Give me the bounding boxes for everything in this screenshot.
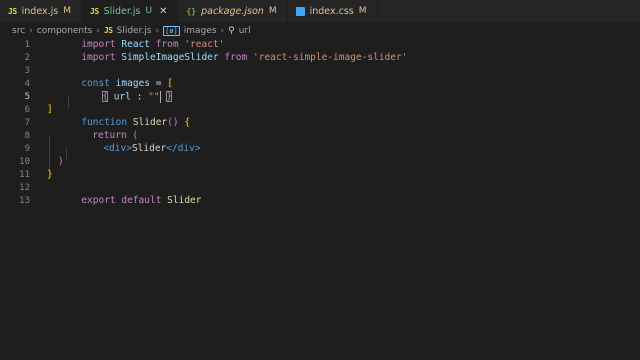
property-key: url <box>113 91 131 102</box>
tab-label: Slider.js <box>103 5 141 17</box>
identifier: Slider <box>167 195 202 206</box>
tab-bar: JS index.js M JS Slider.js U ✕ {} packag… <box>0 0 640 22</box>
breadcrumb-url[interactable]: url <box>239 26 251 36</box>
line-number: 7 <box>24 117 30 128</box>
tab-label: package.json <box>201 5 264 17</box>
line-number: 1 <box>24 39 30 50</box>
code-line-current: 5 { url : "" } <box>0 90 640 103</box>
text-cursor <box>159 90 161 103</box>
line-number: 11 <box>19 169 30 180</box>
tab-slider-js[interactable]: JS Slider.js U ✕ <box>82 0 179 22</box>
tab-label: index.js <box>21 5 59 17</box>
breadcrumb-src[interactable]: src <box>12 26 25 36</box>
close-icon[interactable]: ✕ <box>159 6 167 17</box>
line-number: 6 <box>24 104 30 115</box>
code-line: 11 } <box>0 168 640 181</box>
code-line: 2 import SimpleImageSlider from 'react-s… <box>0 51 640 64</box>
line-number: 9 <box>24 143 30 154</box>
parens: () <box>167 117 179 128</box>
json-icon: {} <box>186 6 197 16</box>
colon: : <box>136 91 143 102</box>
line-number: 8 <box>24 130 30 141</box>
bracket: } <box>166 91 173 102</box>
chevron-right-icon: › <box>29 25 33 36</box>
string-literal: "" <box>148 91 160 102</box>
line-number: 5 <box>24 91 30 102</box>
jsx-open-tag: <div> <box>103 143 132 154</box>
bracket: } <box>47 169 53 180</box>
line-number: 10 <box>19 156 30 167</box>
css-icon <box>295 6 305 16</box>
bracket: ) <box>58 156 64 167</box>
jsx-text: Slider <box>131 143 167 154</box>
tab-index-js[interactable]: JS index.js M <box>0 0 83 22</box>
bracket: { <box>184 117 191 128</box>
code-line: 10 ) <box>0 155 640 168</box>
line-number: 4 <box>24 78 30 89</box>
line-number: 12 <box>19 182 30 193</box>
modified-badge: M <box>268 6 277 16</box>
code-editor[interactable]: 1 import React from 'react' 2 import Sim… <box>0 38 640 360</box>
property-icon: ⚲ <box>228 25 235 36</box>
modified-badge: M <box>358 6 367 16</box>
tab-label: index.css <box>309 5 354 17</box>
jsx-close-tag: </div> <box>166 143 201 154</box>
identifier: SimpleImageSlider <box>121 52 219 63</box>
line-number: 3 <box>24 65 30 76</box>
js-icon: JS <box>90 6 99 16</box>
keyword-default: default <box>121 195 162 206</box>
keyword-import: import <box>81 52 116 63</box>
keyword-export: export <box>81 195 116 206</box>
code-line: 9 <div>Slider</div> <box>0 142 640 155</box>
modified-badge: M <box>63 6 72 16</box>
untracked-badge: U <box>145 6 153 16</box>
js-icon: JS <box>8 6 17 16</box>
bracket: { <box>102 91 109 102</box>
keyword-from: from <box>224 52 248 63</box>
tab-package-json[interactable]: {} package.json M <box>178 0 288 22</box>
tab-index-css[interactable]: index.css M <box>288 0 378 22</box>
line-number: 13 <box>19 195 30 206</box>
line-number: 2 <box>24 52 30 63</box>
code-line: 13 export default Slider <box>0 194 640 207</box>
string-literal: 'react-simple-image-slider' <box>252 52 408 63</box>
